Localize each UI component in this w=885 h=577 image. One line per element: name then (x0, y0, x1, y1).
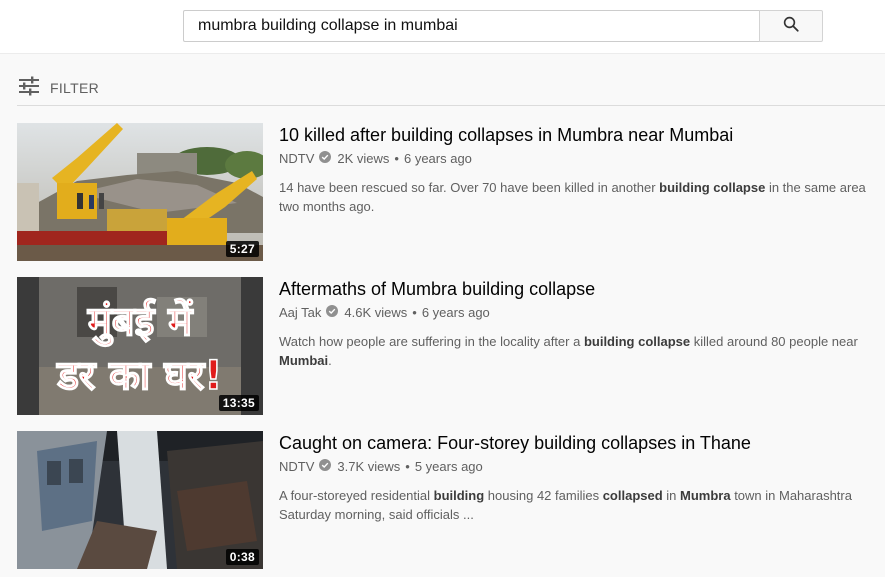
video-duration: 5:27 (225, 241, 259, 257)
video-thumbnail[interactable]: 0:38 (17, 431, 263, 569)
video-result: 5:27 10 killed after building collapses … (17, 123, 885, 261)
channel-name[interactable]: NDTV (279, 459, 314, 474)
description-keyword: Mumbai (279, 353, 329, 368)
verified-check-icon (319, 459, 332, 474)
video-thumbnail[interactable]: 5:27 (17, 123, 263, 261)
video-title[interactable]: 10 killed after building collapses in Mu… (279, 123, 879, 147)
video-title[interactable]: Aftermaths of Mumbra building collapse (279, 277, 879, 301)
divider (17, 105, 885, 106)
video-meta: NDTV 3.7K views • 5 years ago (279, 459, 879, 474)
video-description: Watch how people are suffering in the lo… (279, 332, 879, 370)
description-text: 14 have been rescued so far. Over 70 hav… (279, 180, 660, 195)
description-text: . (328, 353, 332, 368)
view-count: 3.7K views (337, 459, 401, 474)
video-meta: NDTV 2K views • 6 years ago (279, 151, 879, 166)
video-result: 0:38 Caught on camera: Four-storey build… (17, 431, 885, 569)
video-result: मुंबई में डर का घर! 13:35 Aftermaths of … (17, 277, 885, 415)
search-box[interactable] (183, 10, 760, 42)
search-icon (782, 15, 800, 38)
upload-age: 6 years ago (403, 151, 472, 166)
description-keyword: building collapse (583, 334, 691, 349)
description-text: A four-storeyed residential (279, 488, 434, 503)
video-description: 14 have been rescued so far. Over 70 hav… (279, 178, 879, 216)
description-text: killed around 80 people near (690, 334, 858, 349)
description-text: in (662, 488, 681, 503)
video-meta: Aaj Tak 4.6K views • 6 years ago (279, 305, 879, 320)
video-description: A four-storeyed residential building hou… (279, 486, 879, 524)
top-bar (0, 0, 885, 54)
channel-name[interactable]: Aaj Tak (279, 305, 321, 320)
video-title[interactable]: Caught on camera: Four-storey building c… (279, 431, 879, 455)
search-input[interactable] (184, 11, 760, 41)
video-thumbnail[interactable]: मुंबई में डर का घर! 13:35 (17, 277, 263, 415)
upload-age: 6 years ago (421, 305, 490, 320)
separator-dot: • (412, 305, 417, 320)
verified-check-icon (326, 305, 339, 320)
description-text: housing 42 families (484, 488, 603, 503)
description-keyword: Mumbra (680, 488, 731, 503)
verified-check-icon (319, 151, 332, 166)
description-text: Watch how people are suffering in the lo… (279, 334, 584, 349)
video-duration: 13:35 (218, 395, 259, 411)
description-keyword: collapsed (602, 488, 663, 503)
separator-dot: • (405, 459, 410, 474)
filter-label: FILTER (50, 80, 99, 96)
separator-dot: • (394, 151, 399, 166)
channel-name[interactable]: NDTV (279, 151, 314, 166)
filter-button[interactable]: FILTER (18, 76, 99, 100)
filter-sliders-icon (18, 76, 40, 101)
search-button[interactable] (759, 10, 823, 42)
description-keyword: building (433, 488, 485, 503)
thumbnail-caption-line1: मुंबई में (87, 298, 194, 347)
thumbnail-caption-line2: डर का घर! (56, 353, 223, 399)
description-keyword: building collapse (659, 180, 766, 195)
upload-age: 5 years ago (414, 459, 483, 474)
view-count: 4.6K views (344, 305, 408, 320)
video-duration: 0:38 (225, 549, 259, 565)
view-count: 2K views (337, 151, 390, 166)
